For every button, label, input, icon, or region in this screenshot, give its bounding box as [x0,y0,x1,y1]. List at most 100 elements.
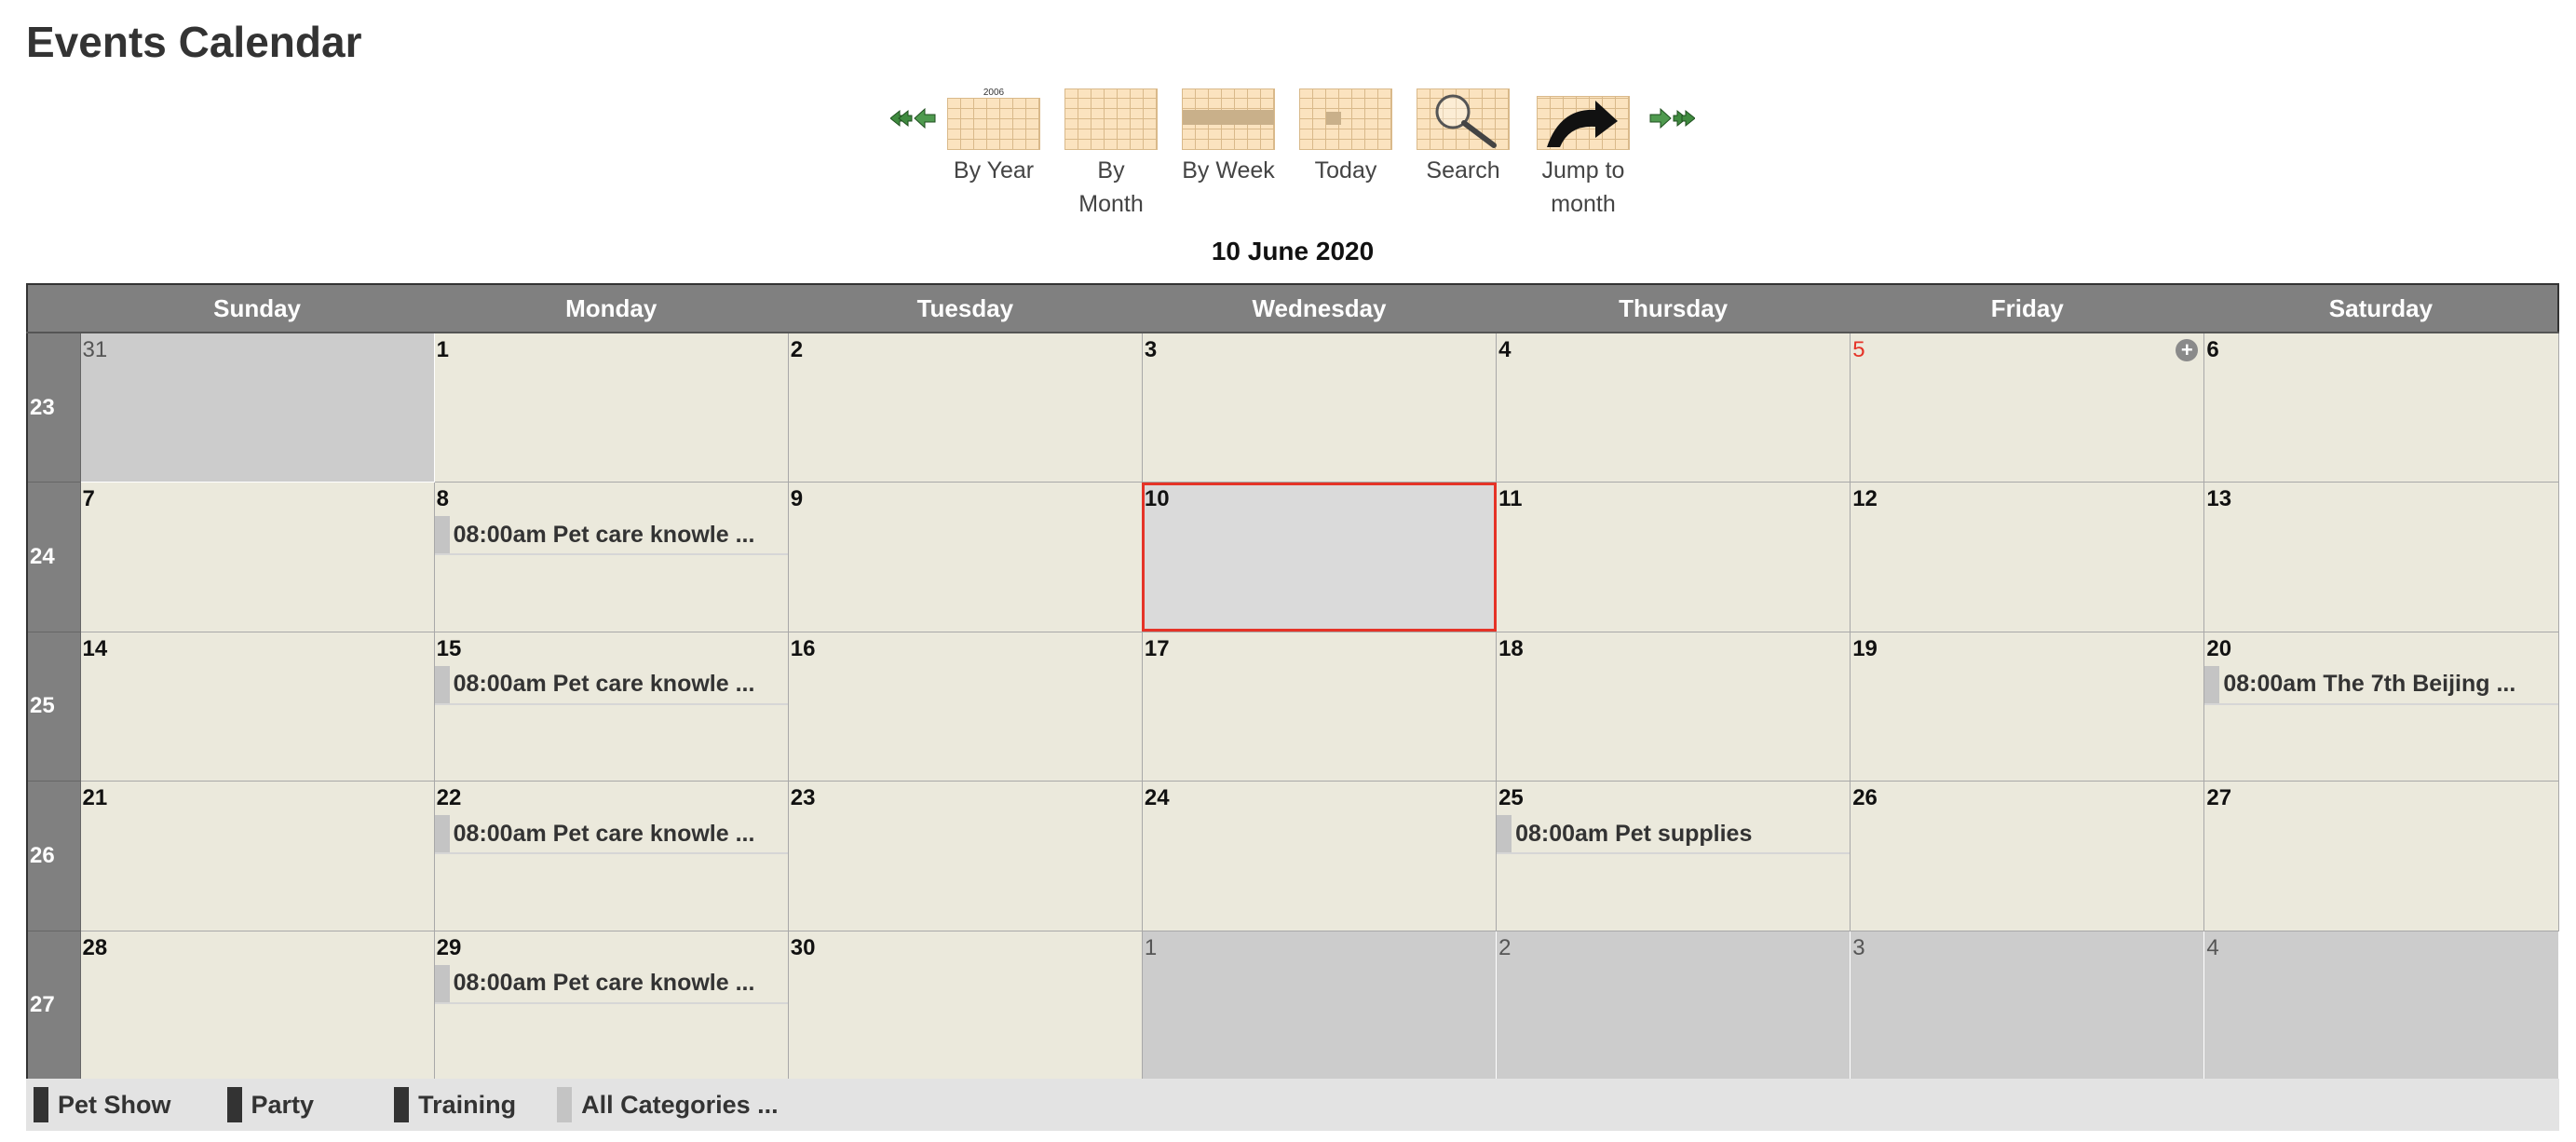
day-cell[interactable]: 4 [2203,930,2559,1081]
day-number-link[interactable]: 17 [1143,632,1496,662]
day-number-link[interactable]: 8 [435,483,788,512]
day-number-link[interactable]: 16 [789,632,1142,662]
category-swatch [226,1087,242,1122]
calendar-event[interactable]: 08:00am Pet care knowle ... [434,665,788,705]
day-number-link[interactable]: 27 [2204,782,2557,811]
day-number-link[interactable]: 10 [1143,483,1496,512]
day-number-link[interactable]: 30 [789,931,1142,961]
day-number-link[interactable]: 18 [1497,632,1850,662]
day-number-link[interactable]: 5 [1851,333,2203,363]
day-cell[interactable]: 7 [79,482,435,632]
week-number[interactable]: 27 [26,930,81,1081]
day-number-link[interactable]: 6 [2204,333,2557,363]
by-month-button[interactable]: By Month [1064,88,1158,221]
day-number-link[interactable]: 29 [435,931,788,961]
week-number[interactable]: 23 [26,332,81,483]
day-cell[interactable]: 20 08:00am The 7th Beijing ... [2203,631,2559,782]
legend-party[interactable]: Party [226,1087,314,1122]
day-number-link[interactable]: 20 [2204,632,2557,662]
weekday-monday: Monday [434,283,789,333]
day-cell[interactable]: 1 [1141,930,1498,1081]
legend-training[interactable]: Training [394,1087,516,1122]
day-cell[interactable]: 15 08:00am Pet care knowle ... [433,631,789,782]
legend-all-categories[interactable]: All Categories ... [557,1087,779,1122]
calendar-event[interactable]: 08:00am Pet supplies [1497,815,1851,855]
day-cell[interactable]: 17 [1141,631,1498,782]
jump-to-month-button[interactable]: Jump to month [1532,88,1634,221]
day-cell[interactable]: 2 [1496,930,1851,1081]
week-number[interactable]: 25 [26,631,81,782]
calendar-event[interactable]: 08:00am The 7th Beijing ... [2204,665,2558,705]
day-number-link[interactable]: 2 [789,333,1142,363]
day-cell[interactable]: 12 [1850,482,2205,632]
day-cell[interactable]: 30 [787,930,1143,1081]
day-cell[interactable]: 8 08:00am Pet care knowle ... [433,482,789,632]
day-cell[interactable]: 18 [1496,631,1851,782]
double-right-arrow-icon[interactable] [1648,107,1695,129]
day-cell[interactable]: 3 [1850,930,2205,1081]
day-cell[interactable]: 23 [787,781,1143,931]
day-cell[interactable]: 24 [1141,781,1498,931]
search-icon [1417,88,1510,150]
day-number-link[interactable]: 22 [435,782,788,811]
day-cell[interactable]: 11 [1496,482,1851,632]
search-button[interactable]: Search [1417,88,1510,187]
day-number-link[interactable]: 19 [1851,632,2203,662]
day-cell[interactable]: 26 [1850,781,2205,931]
day-cell[interactable]: 9 [787,482,1143,632]
day-number-link[interactable]: 1 [435,333,788,363]
day-cell[interactable]: 13 [2203,482,2559,632]
day-number-link[interactable]: 3 [1143,333,1496,363]
day-number-link[interactable]: 7 [81,483,434,512]
day-number-link[interactable]: 4 [1497,333,1850,363]
calendar-event[interactable]: 08:00am Pet care knowle ... [434,815,788,855]
day-number-link[interactable]: 15 [435,632,788,662]
by-month-label: By Month [1078,157,1144,217]
day-number-link[interactable]: 26 [1851,782,2203,811]
day-cell[interactable]: 5 + [1850,332,2205,483]
day-number-link[interactable]: 2 [1497,931,1850,961]
day-number-link[interactable]: 25 [1497,782,1850,811]
week-number[interactable]: 24 [26,482,81,632]
day-number-link[interactable]: 31 [81,333,434,363]
by-week-button[interactable]: By Week [1182,88,1275,187]
week-calendar-icon [1182,88,1275,150]
double-left-arrow-icon[interactable] [890,107,937,129]
day-number-link[interactable]: 23 [789,782,1142,811]
right-arrow-icon [1649,107,1672,129]
day-cell[interactable]: 16 [787,631,1143,782]
day-cell[interactable]: 14 [79,631,435,782]
day-cell[interactable]: 25 08:00am Pet supplies [1496,781,1851,931]
day-number-link[interactable]: 28 [81,931,434,961]
day-number-link[interactable]: 9 [789,483,1142,512]
day-number-link[interactable]: 3 [1851,931,2203,961]
day-cell[interactable]: 1 [433,332,789,483]
day-number-link[interactable]: 1 [1143,931,1496,961]
day-cell[interactable]: 31 [79,332,435,483]
today-cell[interactable]: 10 [1141,482,1498,632]
day-cell[interactable]: 28 [79,930,435,1081]
day-number-link[interactable]: 21 [81,782,434,811]
day-cell[interactable]: 27 [2203,781,2559,931]
day-number-link[interactable]: 11 [1497,483,1850,512]
day-number-link[interactable]: 13 [2204,483,2557,512]
today-button[interactable]: Today [1299,88,1392,187]
legend-pet-show[interactable]: Pet Show [34,1087,171,1122]
day-cell[interactable]: 19 [1850,631,2205,782]
day-cell[interactable]: 22 08:00am Pet care knowle ... [433,781,789,931]
day-cell[interactable]: 21 [79,781,435,931]
by-year-button[interactable]: 2006 By Year [947,88,1040,187]
week-row: 27 28 29 08:00am Pet care knowle ... 30 1 2 3 4 [26,930,2559,1081]
day-cell[interactable]: 29 08:00am Pet care knowle ... [433,930,789,1081]
calendar-event[interactable]: 08:00am Pet care knowle ... [434,516,788,556]
calendar-event[interactable]: 08:00am Pet care knowle ... [434,964,788,1004]
day-cell[interactable]: 2 [787,332,1143,483]
week-number[interactable]: 26 [26,781,81,931]
day-number-link[interactable]: 14 [81,632,434,662]
day-cell[interactable]: 4 [1496,332,1851,483]
day-cell[interactable]: 3 [1141,332,1498,483]
day-cell[interactable]: 6 [2203,332,2559,483]
day-number-link[interactable]: 12 [1851,483,2203,512]
day-number-link[interactable]: 4 [2204,931,2557,961]
day-number-link[interactable]: 24 [1143,782,1496,811]
